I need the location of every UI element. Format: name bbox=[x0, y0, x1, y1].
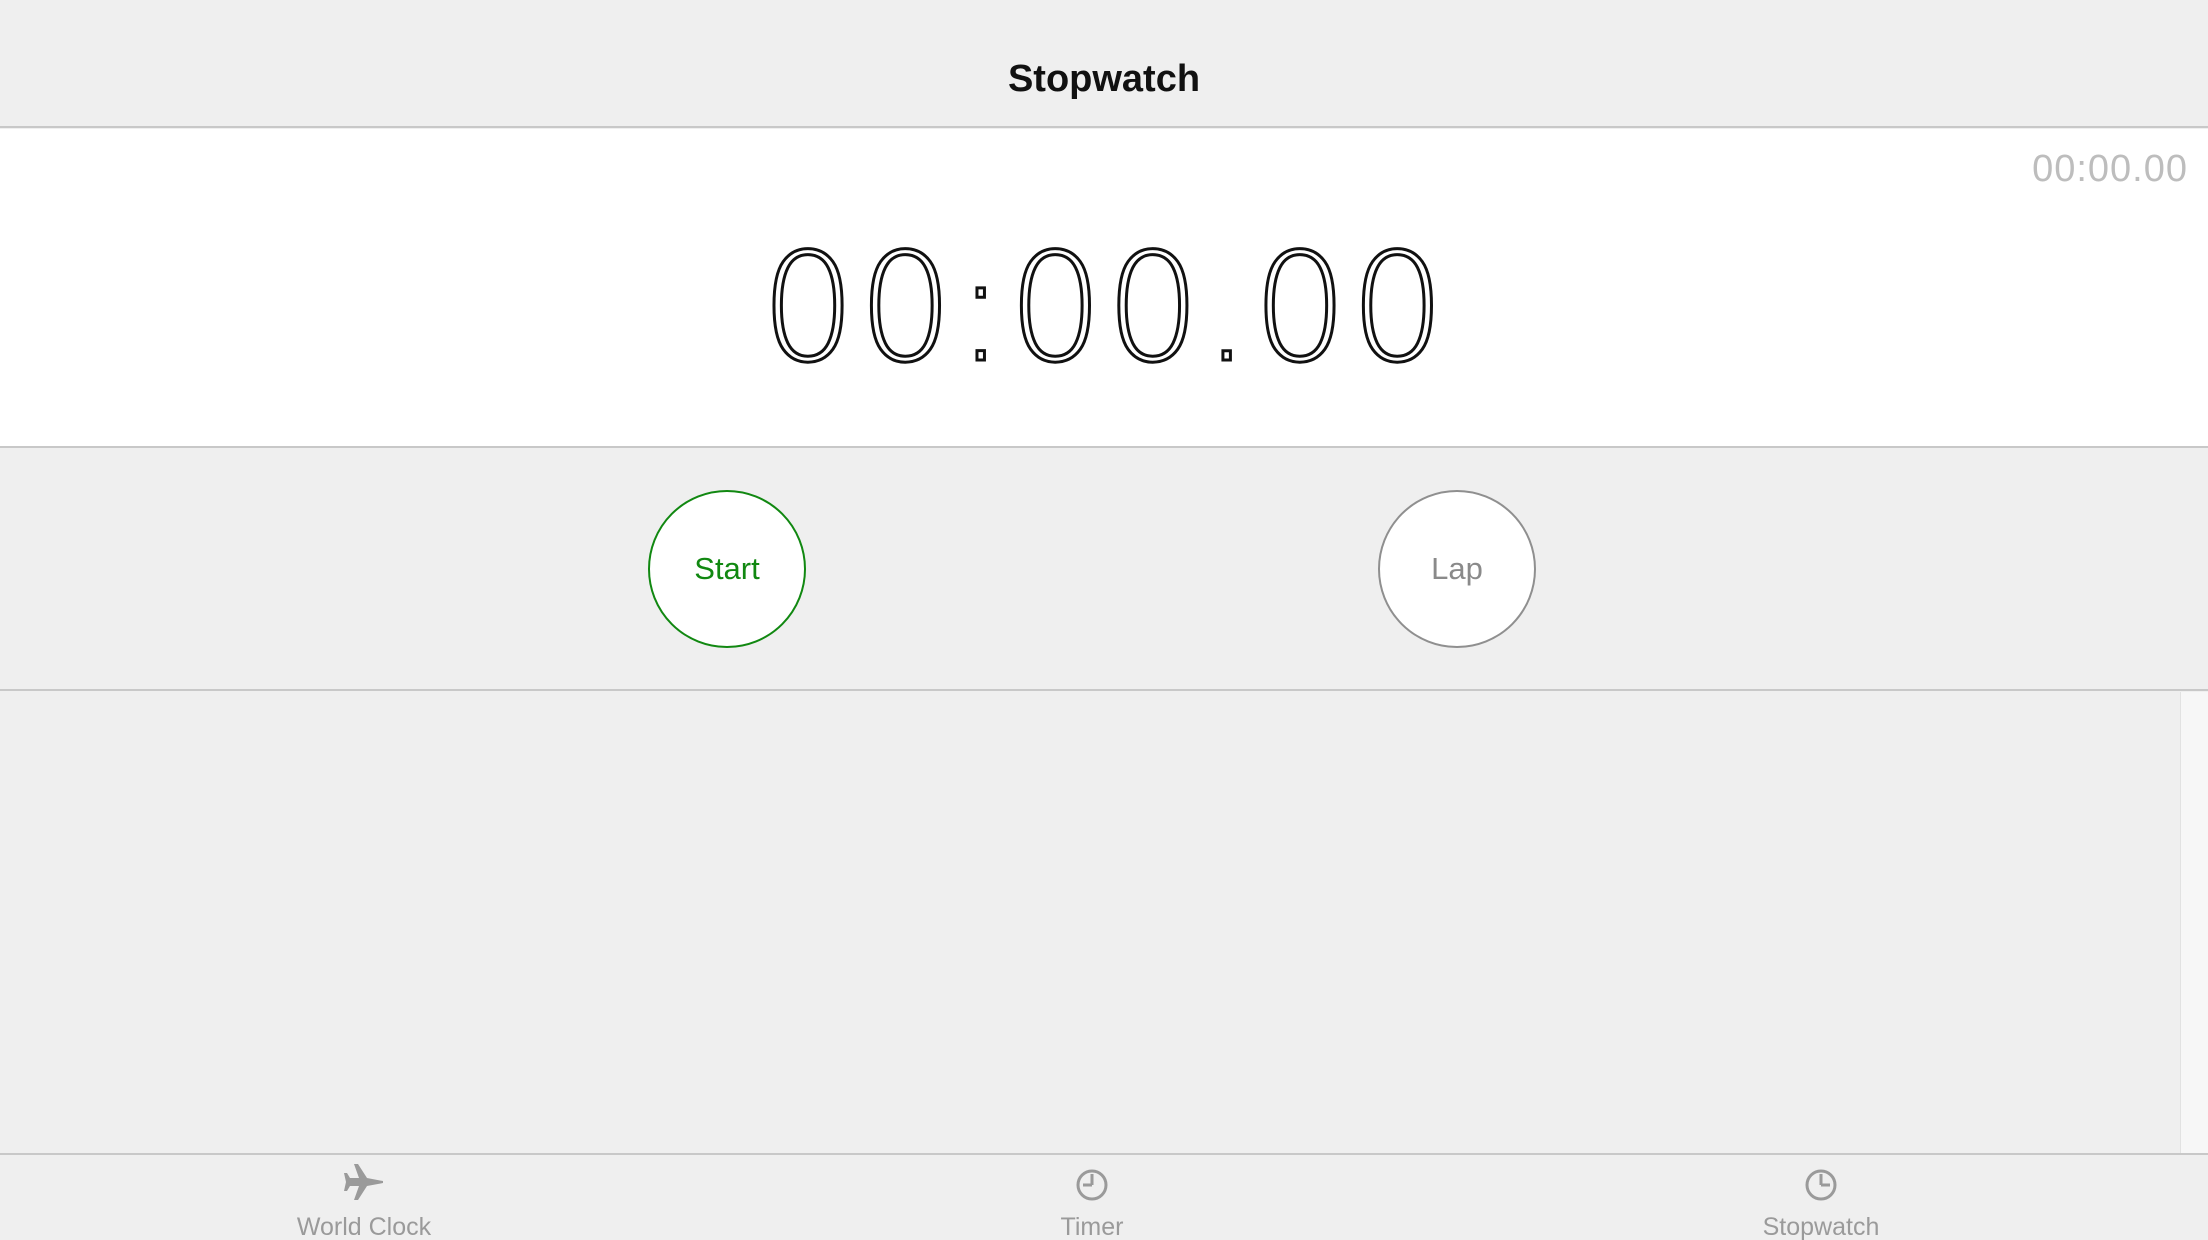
tab-bar: World Clock Timer Stopwatch bbox=[0, 1153, 2208, 1240]
tab-stopwatch[interactable]: Stopwatch bbox=[1671, 1155, 1971, 1240]
current-lap-time: 00:00.00 bbox=[2032, 148, 2188, 190]
stopwatch-app: Stopwatch 00:00.00 00:00.00 Start Lap Wo… bbox=[0, 0, 2208, 1240]
laps-list[interactable] bbox=[0, 692, 2180, 1153]
tab-world-clock[interactable]: World Clock bbox=[214, 1155, 514, 1240]
tab-label: Stopwatch bbox=[1762, 1213, 1880, 1240]
start-button[interactable]: Start bbox=[648, 490, 806, 648]
controls-panel: Start Lap bbox=[0, 449, 2208, 691]
lap-button[interactable]: Lap bbox=[1378, 490, 1536, 648]
timer-display-panel: 00:00.00 00:00.00 bbox=[0, 129, 2208, 448]
main-time-display: 00:00.00 bbox=[0, 228, 2208, 391]
tab-timer[interactable]: Timer bbox=[942, 1155, 1242, 1240]
page-title: Stopwatch bbox=[1007, 58, 1201, 100]
navigation-bar: Stopwatch bbox=[0, 0, 2208, 128]
stopwatch-icon bbox=[1805, 1169, 1837, 1201]
airplane-icon bbox=[344, 1164, 383, 1200]
laps-scrollbar[interactable] bbox=[2180, 692, 2208, 1153]
tab-label: World Clock bbox=[296, 1213, 432, 1240]
tab-label: Timer bbox=[1060, 1213, 1124, 1240]
clock-icon bbox=[1076, 1169, 1108, 1201]
main-time-digits: 00:00.00 bbox=[759, 222, 1448, 396]
